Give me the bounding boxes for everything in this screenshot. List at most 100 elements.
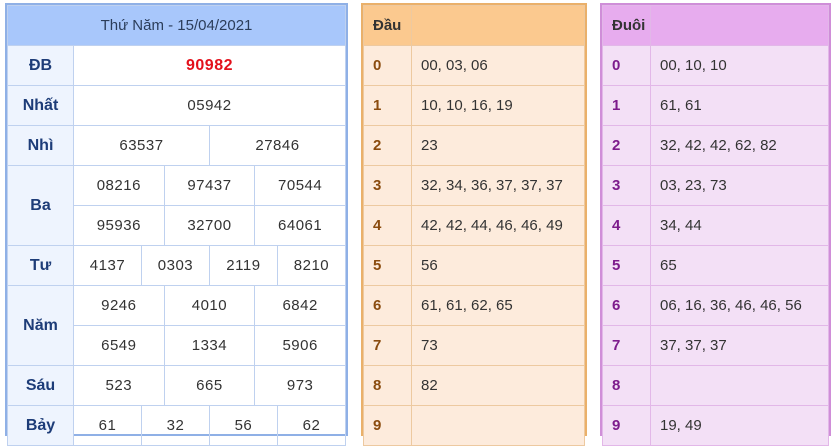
row-sau: Sáu 523 665 973 [7, 365, 346, 406]
dau-key: 8 [363, 365, 412, 406]
prize-nam-value: 1334 [163, 325, 256, 366]
row-nhi: Nhì 63537 27846 [7, 125, 347, 166]
prize-bay-value: 56 [208, 405, 278, 446]
label-nhi: Nhì [7, 125, 74, 166]
duoi-row: 6 06, 16, 36, 46, 46, 56 [602, 285, 829, 326]
dau-key: 7 [363, 325, 412, 366]
duoi-key: 0 [602, 45, 651, 86]
prize-nhat-value: 05942 [73, 85, 346, 126]
prize-bay-value: 61 [73, 405, 142, 446]
dau-header-empty [411, 5, 585, 46]
dau-values: 32, 34, 36, 37, 37, 37 [411, 165, 585, 206]
prize-nhi-value: 63537 [73, 125, 210, 166]
prize-tu-value: 4137 [73, 245, 142, 286]
prize-ba-value: 64061 [254, 205, 346, 246]
duoi-key: 1 [602, 85, 651, 126]
row-db: ĐB 90982 [7, 45, 346, 86]
label-ba: Ba [7, 165, 74, 246]
duoi-row: 7 37, 37, 37 [602, 325, 829, 366]
label-tu: Tư [7, 245, 74, 286]
dau-values: 61, 61, 62, 65 [411, 285, 585, 326]
dau-header: Đầu [363, 5, 412, 46]
duoi-row: 4 34, 44 [602, 205, 829, 246]
label-sau: Sáu [7, 365, 74, 406]
dau-row: 9 [363, 405, 585, 446]
prize-ba-value: 08216 [73, 165, 165, 206]
prize-sau-value: 665 [163, 365, 256, 406]
prize-nam-value: 5906 [254, 325, 346, 366]
duoi-row: 9 19, 49 [602, 405, 829, 446]
duoi-values: 06, 16, 36, 46, 46, 56 [650, 285, 829, 326]
dau-row: 2 23 [363, 125, 585, 166]
duoi-values: 00, 10, 10 [650, 45, 829, 86]
duoi-values: 32, 42, 42, 62, 82 [650, 125, 829, 166]
duoi-row: 5 65 [602, 245, 829, 286]
dau-key: 2 [363, 125, 412, 166]
results-table: Thứ Năm - 15/04/2021 ĐB 90982 Nhất 05942… [5, 3, 348, 446]
dau-values: 00, 03, 06 [411, 45, 585, 86]
duoi-header: Đuôi [602, 5, 651, 46]
prize-sau-value: 973 [254, 365, 346, 406]
label-nhat: Nhất [7, 85, 74, 126]
duoi-values: 34, 44 [650, 205, 829, 246]
duoi-values: 61, 61 [650, 85, 829, 126]
duoi-header-empty [650, 5, 829, 46]
duoi-values: 65 [650, 245, 829, 286]
prize-nam-value: 6549 [73, 325, 165, 366]
dau-key: 0 [363, 45, 412, 86]
dau-values: 73 [411, 325, 585, 366]
dau-row: 5 56 [363, 245, 585, 286]
prize-bay-value: 32 [140, 405, 210, 446]
duoi-key: 6 [602, 285, 651, 326]
page-title: Thứ Năm - 15/04/2021 [7, 5, 346, 46]
dau-header-row: Đầu [363, 5, 585, 46]
dau-row: 4 42, 42, 44, 46, 46, 49 [363, 205, 585, 246]
duoi-values: 03, 23, 73 [650, 165, 829, 206]
duoi-key: 8 [602, 365, 651, 406]
prize-tu-value: 8210 [276, 245, 347, 286]
duoi-key: 5 [602, 245, 651, 286]
duoi-values [650, 365, 829, 406]
duoi-key: 9 [602, 405, 651, 446]
dau-values [411, 405, 585, 446]
dau-values: 56 [411, 245, 585, 286]
dau-key: 3 [363, 165, 412, 206]
duoi-row: 2 32, 42, 42, 62, 82 [602, 125, 829, 166]
dau-row: 6 61, 61, 62, 65 [363, 285, 585, 326]
duoi-grid: Đuôi 0 00, 10, 10 1 61, 61 2 32, 42, 42, 62… [602, 5, 829, 446]
label-db: ĐB [7, 45, 74, 86]
duoi-key: 7 [602, 325, 651, 366]
row-tu: Tư 4137 0303 2119 8210 [7, 245, 347, 286]
dau-key: 6 [363, 285, 412, 326]
dau-grid: Đầu 0 00, 03, 06 1 10, 10, 16, 19 2 23 3 32,… [363, 5, 585, 446]
results-grid: Thứ Năm - 15/04/2021 ĐB 90982 Nhất 05942… [7, 5, 347, 446]
duoi-header-row: Đuôi [602, 5, 829, 46]
prize-ba-value: 95936 [73, 205, 165, 246]
prize-bay-value: 62 [276, 405, 347, 446]
dau-key: 1 [363, 85, 412, 126]
duoi-values: 37, 37, 37 [650, 325, 829, 366]
prize-nam-value: 6842 [254, 285, 346, 326]
title-row: Thứ Năm - 15/04/2021 [7, 5, 346, 46]
duoi-key: 4 [602, 205, 651, 246]
row-nhat: Nhất 05942 [7, 85, 346, 126]
prize-nam-value: 9246 [73, 285, 165, 326]
prize-tu-value: 2119 [208, 245, 278, 286]
prize-db-value: 90982 [73, 45, 346, 86]
dau-table: Đầu 0 00, 03, 06 1 10, 10, 16, 19 2 23 3 32,… [361, 3, 587, 446]
dau-row: 1 10, 10, 16, 19 [363, 85, 585, 126]
prize-ba-value: 97437 [163, 165, 256, 206]
prize-sau-value: 523 [73, 365, 165, 406]
dau-key: 4 [363, 205, 412, 246]
dau-key: 5 [363, 245, 412, 286]
dau-row: 7 73 [363, 325, 585, 366]
dau-row: 3 32, 34, 36, 37, 37, 37 [363, 165, 585, 206]
row-nam-1: Năm 9246 4010 6842 [7, 285, 346, 366]
row-ba-1: Ba 08216 97437 70544 [7, 165, 346, 246]
row-bay: Bảy 61 32 56 62 [7, 405, 347, 446]
duoi-row: 1 61, 61 [602, 85, 829, 126]
duoi-row: 8 [602, 365, 829, 406]
dau-values: 42, 42, 44, 46, 46, 49 [411, 205, 585, 246]
duoi-row: 0 00, 10, 10 [602, 45, 829, 86]
prize-ba-value: 70544 [254, 165, 346, 206]
